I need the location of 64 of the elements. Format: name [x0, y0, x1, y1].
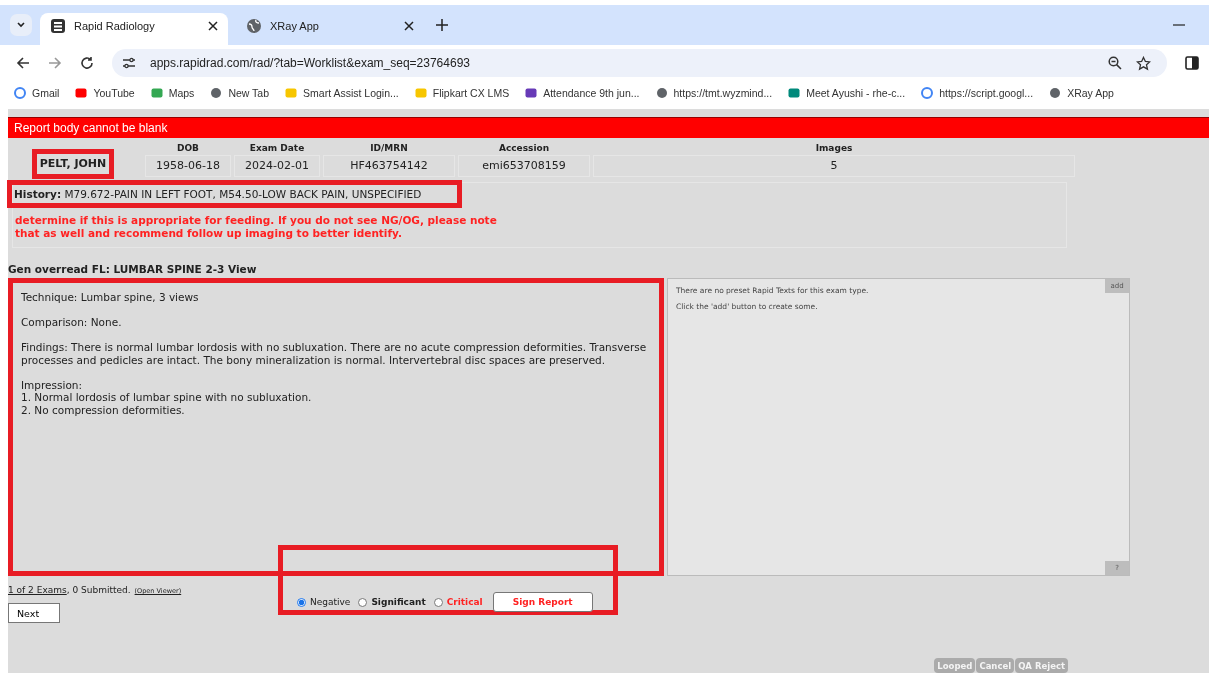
bookmark-icon	[414, 87, 427, 99]
star-icon[interactable]	[1136, 55, 1151, 71]
address-field[interactable]: apps.rapidrad.com/rad/?tab=Worklist&exam_seq=23764693	[112, 49, 1167, 77]
radio-button[interactable]	[297, 597, 306, 607]
bookmark[interactable]: Gmail	[14, 87, 60, 99]
bookmark-icon	[921, 87, 934, 99]
bookmark-icon	[14, 87, 26, 99]
bookmark-icon	[150, 87, 163, 99]
close-icon[interactable]	[208, 21, 218, 31]
bookmark-icon	[75, 87, 88, 99]
forward-icon[interactable]	[48, 56, 62, 70]
new-tab-icon[interactable]	[436, 19, 448, 31]
bookmark-icon	[285, 87, 298, 99]
globe-icon	[210, 87, 223, 99]
tab-search-button[interactable]	[10, 14, 32, 36]
browser-tab[interactable]: XRay App	[236, 13, 424, 45]
table-cell: PELT, JOHN	[32, 149, 114, 179]
reload-icon[interactable]	[80, 56, 94, 70]
qa-note: determine if this is appropriate for feeding. If you do not see NG/OG, please note that as well and recommend follow up imaging to better identify.	[14, 214, 498, 240]
back-icon[interactable]	[16, 56, 30, 70]
globe-icon	[246, 18, 262, 34]
side-panel-icon[interactable]	[1185, 56, 1199, 70]
bookmark[interactable]: YouTube	[75, 87, 135, 99]
table-cell: 5	[593, 155, 1075, 177]
exam-title: Gen overread FL: LUMBAR SPINE 2-3 View	[8, 263, 258, 275]
table-cell: emi653708159	[458, 155, 590, 177]
table-cell: 1958-06-18	[145, 155, 231, 177]
bookmark[interactable]: https://script.googl...	[921, 87, 1034, 99]
radio-option[interactable]: Negative	[297, 594, 351, 610]
column-header: Images	[815, 143, 853, 153]
bookmark[interactable]: Smart Assist Login...	[285, 87, 399, 99]
radio-button[interactable]	[433, 597, 443, 607]
column-header: Accession	[498, 143, 550, 153]
globe-icon	[655, 87, 668, 99]
table-cell: 2024-02-01	[234, 155, 320, 177]
bookmark-icon	[788, 87, 801, 99]
chevron-down-icon	[16, 20, 26, 30]
history-text: History: M79.672-PAIN IN LEFT FOOT, M54.50-LOW BACK PAIN, UNSPECIFIED	[7, 180, 462, 208]
radio-button[interactable]	[358, 597, 368, 607]
browser-tab[interactable]: Rapid Radiology	[40, 13, 228, 45]
radio-option[interactable]: Significant	[358, 594, 426, 610]
report-field[interactable]: Technique: Lumbar spine, 3 views Comparison: None. Findings: There is normal lumbar lordosis with no subluxation. There are no acute compression deformities. Transverse processes and pedicles are intact. The bony mineralization is normal. Intervertebral disc spaces are preserved. Impression: 1. Normal lordosis of lumbar spine with no subluxation. 2. No compression deformities.	[8, 278, 664, 576]
bookmark[interactable]: New Tab	[210, 87, 270, 99]
submitted-text: , 0 Submitted.	[66, 585, 131, 595]
table-cell: HF463754142	[323, 155, 455, 177]
column-header: ID/MRN	[370, 143, 408, 153]
zoom-icon[interactable]	[1108, 56, 1122, 70]
error-banner: Report body cannot be blank	[8, 117, 1209, 138]
column-header: Exam Date	[249, 143, 305, 153]
app-logo-icon	[50, 18, 66, 34]
bookmark-icon	[525, 87, 538, 99]
next-button[interactable]: Next	[8, 603, 60, 623]
bookmark[interactable]: Maps	[150, 87, 195, 99]
site-settings-icon[interactable]	[122, 56, 136, 70]
close-icon[interactable]	[404, 21, 414, 31]
bookmark[interactable]: Meet Ayushi - rhe-c...	[788, 87, 906, 99]
exams-link[interactable]: 1 of 2 Exams	[8, 585, 67, 595]
bookmark[interactable]: https://tmt.wyzmind...	[655, 87, 773, 99]
bookmark[interactable]: Flipkart CX LMS	[414, 87, 510, 99]
bookmark[interactable]: Attendance 9th jun...	[525, 87, 640, 99]
bookmark[interactable]: XRay App	[1049, 87, 1114, 99]
column-header: DOB	[177, 143, 199, 153]
globe-icon	[1049, 87, 1062, 99]
sign-report-button[interactable]: Sign Report	[492, 592, 593, 612]
